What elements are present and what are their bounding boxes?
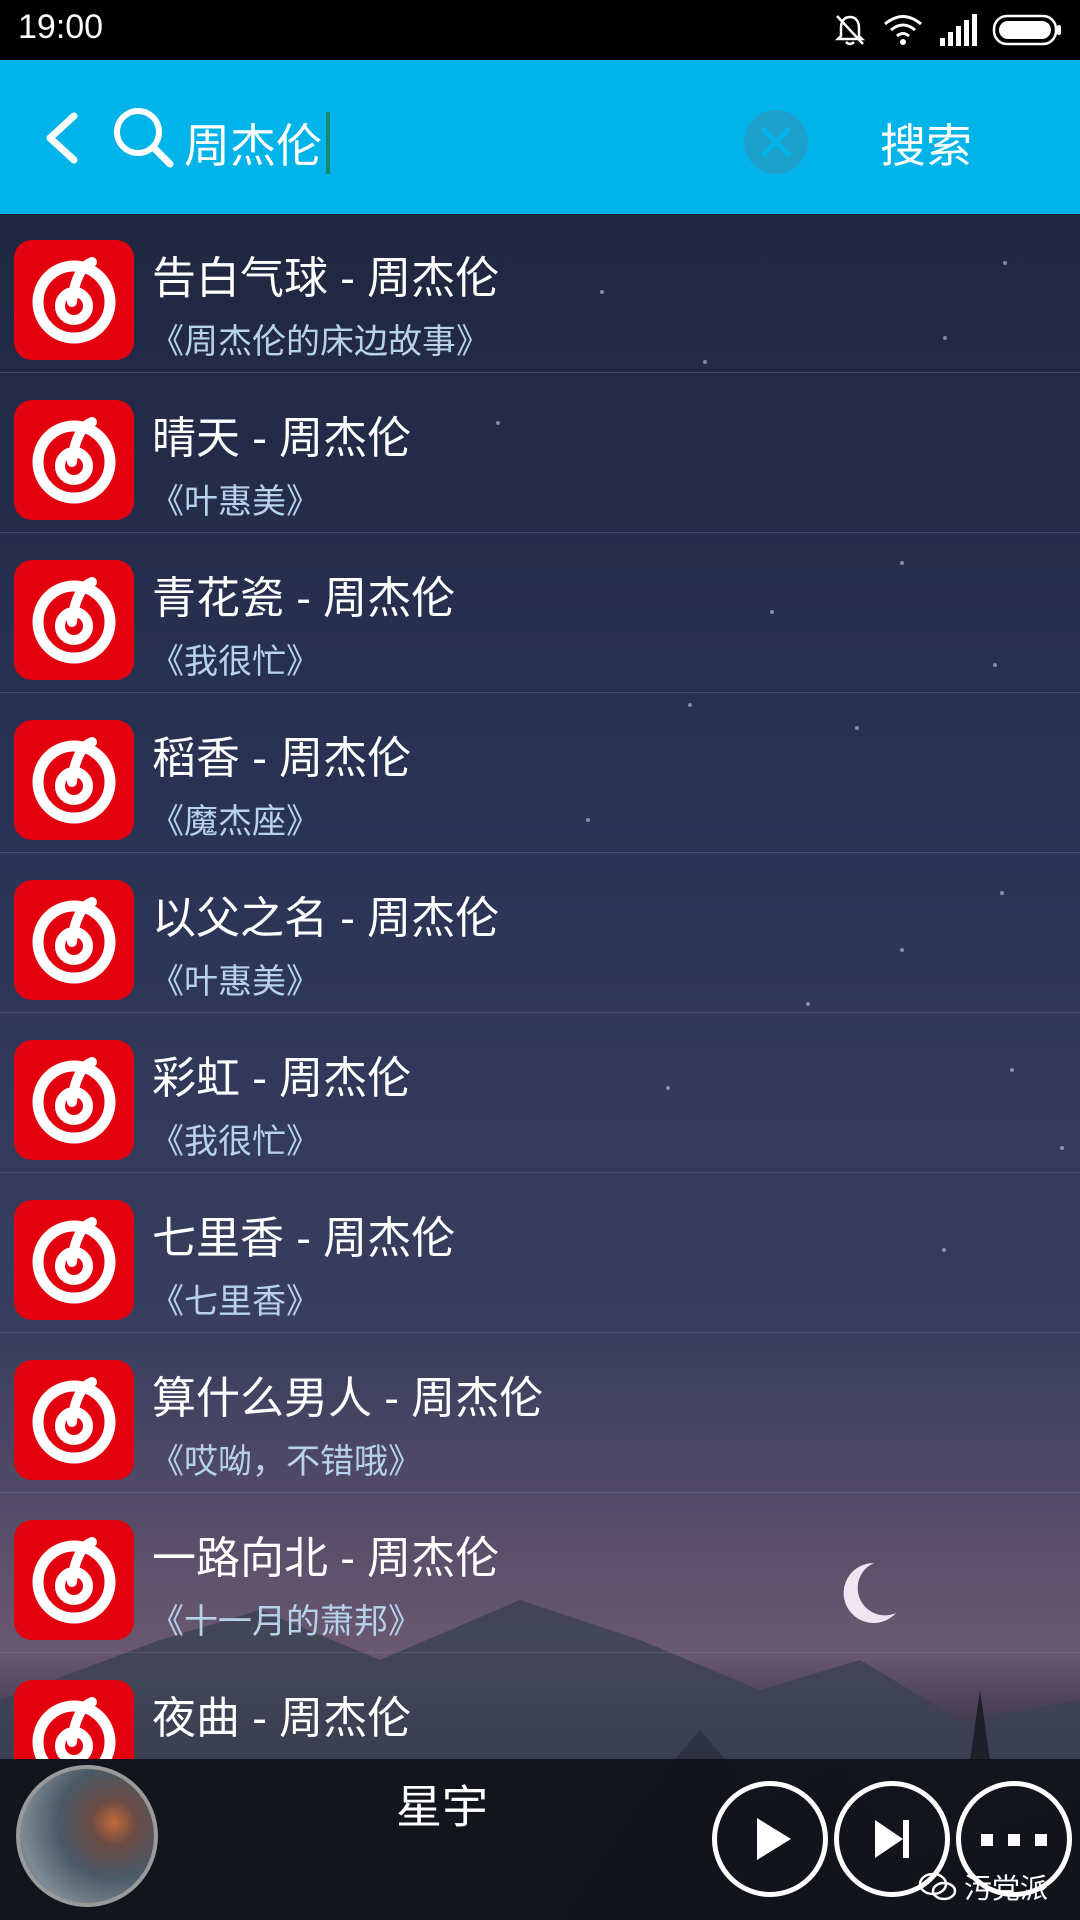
album-name: 《我很忙》 <box>150 643 320 681</box>
result-row[interactable]: 稻香 - 周杰伦 《魔杰座》 <box>0 694 1080 853</box>
search-icon <box>114 108 174 168</box>
result-row[interactable]: 算什么男人 - 周杰伦 《哎呦，不错哦》 <box>0 1334 1080 1493</box>
status-bar: 19:00 <box>0 0 1080 60</box>
netease-cloud-music-icon <box>14 720 134 840</box>
song-title: 夜曲 - 周杰伦 <box>152 1694 412 1743</box>
song-title: 七里香 - 周杰伦 <box>152 1214 456 1263</box>
now-playing-title: 星宇 <box>396 1781 488 1833</box>
album-art[interactable] <box>16 1765 158 1907</box>
search-results-list: 告白气球 - 周杰伦 《周杰伦的床边故事》 晴天 - 周杰伦 《叶惠美》 青花瓷… <box>0 214 1080 1759</box>
signal-icon <box>940 14 977 46</box>
song-title: 一路向北 - 周杰伦 <box>152 1534 500 1583</box>
netease-cloud-music-icon <box>14 240 134 360</box>
album-name: 《叶惠美》 <box>150 483 320 521</box>
status-time: 19:00 <box>18 8 104 46</box>
status-icons <box>832 12 1062 48</box>
netease-cloud-music-icon <box>14 1520 134 1640</box>
wifi-icon <box>884 15 922 45</box>
back-arrow-icon[interactable] <box>36 108 86 168</box>
watermark-text: 污党派 <box>964 1873 1049 1904</box>
search-query-text: 周杰伦 <box>184 120 322 172</box>
netease-cloud-music-icon <box>14 1200 134 1320</box>
wechat-icon <box>918 1872 957 1901</box>
result-row[interactable]: 以父之名 - 周杰伦 《叶惠美》 <box>0 854 1080 1013</box>
result-row[interactable]: 七里香 - 周杰伦 《七里香》 <box>0 1174 1080 1333</box>
search-button[interactable]: 搜索 <box>880 110 972 176</box>
song-title: 稻香 - 周杰伦 <box>152 734 412 783</box>
album-name: 《叶惠美》 <box>150 963 320 1001</box>
result-row[interactable]: 告白气球 - 周杰伦 《周杰伦的床边故事》 <box>0 214 1080 373</box>
play-icon <box>757 1818 791 1860</box>
result-row[interactable]: 青花瓷 - 周杰伦 《我很忙》 <box>0 534 1080 693</box>
battery-icon <box>992 14 1061 46</box>
netease-cloud-music-icon <box>14 1680 134 1759</box>
song-title: 彩虹 - 周杰伦 <box>152 1054 412 1103</box>
album-name: 《周杰伦的床边故事》 <box>150 323 490 361</box>
play-button[interactable] <box>712 1781 828 1897</box>
song-title: 以父之名 - 周杰伦 <box>152 894 500 943</box>
song-title: 告白气球 - 周杰伦 <box>152 254 500 303</box>
netease-cloud-music-icon <box>14 560 134 680</box>
result-row[interactable]: 晴天 - 周杰伦 《叶惠美》 <box>0 374 1080 533</box>
mini-player: 星宇 污党派 <box>0 1759 1080 1920</box>
album-name: 《哎呦，不错哦》 <box>150 1443 422 1481</box>
search-input[interactable]: 周杰伦 <box>184 110 330 176</box>
netease-cloud-music-icon <box>14 880 134 1000</box>
text-cursor <box>326 112 330 174</box>
song-title: 算什么男人 - 周杰伦 <box>152 1374 544 1423</box>
netease-cloud-music-icon <box>14 1040 134 1160</box>
notifications-muted-icon <box>834 15 866 46</box>
clear-search-icon[interactable] <box>744 110 808 174</box>
result-row[interactable]: 夜曲 - 周杰伦 <box>0 1654 1080 1759</box>
song-title: 晴天 - 周杰伦 <box>152 414 412 463</box>
netease-cloud-music-icon <box>14 1360 134 1480</box>
search-header: 周杰伦 搜索 <box>0 60 1080 214</box>
album-name: 《十一月的萧邦》 <box>150 1603 422 1641</box>
album-name: 《七里香》 <box>150 1283 320 1321</box>
album-name: 《我很忙》 <box>150 1123 320 1161</box>
song-title: 青花瓷 - 周杰伦 <box>152 574 456 623</box>
result-row[interactable]: 彩虹 - 周杰伦 《我很忙》 <box>0 1014 1080 1173</box>
netease-cloud-music-icon <box>14 400 134 520</box>
wechat-watermark: 污党派 <box>918 1867 1048 1907</box>
album-name: 《魔杰座》 <box>150 803 320 841</box>
result-row[interactable]: 一路向北 - 周杰伦 《十一月的萧邦》 <box>0 1494 1080 1653</box>
